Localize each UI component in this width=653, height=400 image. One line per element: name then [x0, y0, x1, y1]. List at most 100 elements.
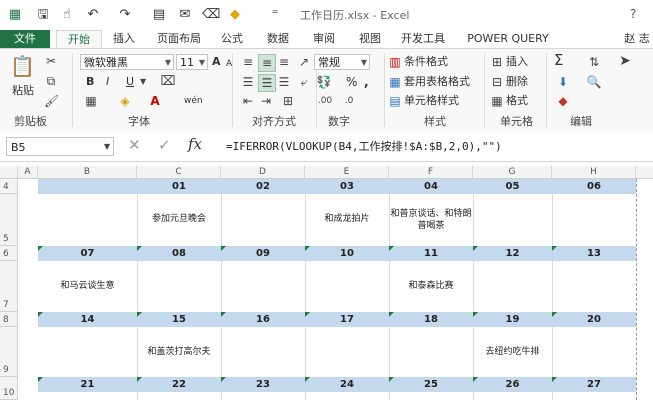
- row-header[interactable]: 4: [0, 179, 18, 194]
- decrease-indent-icon[interactable]: ⇤: [240, 93, 256, 109]
- comma-button[interactable]: ,: [364, 74, 369, 90]
- autosum-button[interactable]: Σ: [554, 52, 563, 68]
- paste-button[interactable]: 粘贴: [12, 83, 34, 99]
- day-number[interactable]: 14: [38, 312, 137, 327]
- day-number[interactable]: 15: [137, 312, 221, 327]
- tab-home[interactable]: 开始: [56, 30, 102, 48]
- user-name[interactable]: 赵 志: [622, 30, 652, 48]
- eraser-icon[interactable]: ⌫: [202, 6, 220, 24]
- font-color-icon[interactable]: A: [148, 93, 162, 109]
- fill-down-icon[interactable]: ⬇: [556, 74, 570, 90]
- tab-view[interactable]: 视图: [350, 30, 390, 48]
- day-number[interactable]: 27: [552, 377, 636, 392]
- day-number[interactable]: 05: [473, 179, 552, 194]
- tab-formulas[interactable]: 公式: [214, 30, 250, 48]
- event-cell[interactable]: 去纽约吃牛排: [473, 346, 552, 358]
- merge-center-icon[interactable]: ⊞: [280, 93, 296, 109]
- day-number[interactable]: [38, 179, 137, 194]
- column-header-c[interactable]: C: [137, 166, 221, 178]
- increase-indent-icon[interactable]: ⇥: [258, 93, 274, 109]
- percent-button[interactable]: %: [346, 74, 357, 90]
- column-header-h[interactable]: H: [552, 166, 636, 178]
- align-center-icon[interactable]: ☰: [258, 74, 276, 92]
- orientation-icon[interactable]: ↗: [296, 54, 312, 70]
- sort-filter-icon[interactable]: ⇅: [586, 54, 602, 70]
- cancel-button[interactable]: ✕: [128, 137, 141, 153]
- insert-function-button[interactable]: fx: [188, 136, 202, 152]
- row-header[interactable]: 10: [0, 377, 18, 400]
- align-left-icon[interactable]: ☰: [240, 74, 256, 90]
- column-header-f[interactable]: F: [389, 166, 473, 178]
- day-number[interactable]: 03: [305, 179, 389, 194]
- clear-icon[interactable]: ◆: [556, 93, 570, 109]
- help-icon[interactable]: ?: [630, 7, 636, 21]
- find-select-icon[interactable]: 🔍: [586, 74, 602, 90]
- customize-qat-icon[interactable]: ⁼: [266, 6, 284, 24]
- event-cell[interactable]: 参加元旦晚会: [137, 213, 221, 225]
- day-number[interactable]: 23: [221, 377, 305, 392]
- decrease-decimal-icon[interactable]: .0: [340, 93, 358, 109]
- align-top-icon[interactable]: ≡: [240, 54, 256, 70]
- column-header-d[interactable]: D: [221, 166, 305, 178]
- column-header-e[interactable]: E: [305, 166, 389, 178]
- day-number[interactable]: 08: [137, 246, 221, 261]
- column-header-a[interactable]: A: [18, 166, 38, 178]
- form-icon[interactable]: ▤: [150, 6, 168, 24]
- tab-file[interactable]: 文件: [0, 30, 50, 48]
- cell-styles-button[interactable]: 单元格样式: [404, 93, 459, 109]
- event-cell[interactable]: 和马云谈生意: [38, 280, 137, 292]
- event-cell[interactable]: 和成龙拍片: [305, 213, 389, 225]
- day-number[interactable]: 16: [221, 312, 305, 327]
- event-cell[interactable]: 和普京谈话、和特朗普喝茶: [389, 208, 473, 232]
- enter-button[interactable]: ✓: [158, 137, 171, 153]
- chevron-down-icon[interactable]: ▼: [140, 74, 146, 90]
- save-icon[interactable]: 🖫: [34, 6, 52, 24]
- day-number[interactable]: 11: [389, 246, 473, 261]
- day-number[interactable]: 07: [38, 246, 137, 261]
- day-number[interactable]: 04: [389, 179, 473, 194]
- day-number[interactable]: 12: [473, 246, 552, 261]
- day-number[interactable]: 09: [221, 246, 305, 261]
- fill-color-icon[interactable]: ◆: [226, 6, 244, 24]
- undo-icon[interactable]: ↶: [84, 6, 102, 24]
- cut-icon[interactable]: ✂: [44, 53, 58, 69]
- day-number[interactable]: 10: [305, 246, 389, 261]
- align-middle-icon[interactable]: ≡: [258, 54, 276, 72]
- wrap-text-icon[interactable]: ⤶: [296, 74, 312, 90]
- conditional-format-button[interactable]: 条件格式: [404, 54, 448, 70]
- number-format-select[interactable]: 常规 ▼: [314, 54, 370, 70]
- paste-icon[interactable]: 📋: [10, 53, 35, 79]
- event-cell[interactable]: 和盖茨打高尔夫: [137, 346, 221, 358]
- redo-icon[interactable]: ↷: [116, 6, 134, 24]
- currency-icon[interactable]: 💱: [316, 74, 332, 90]
- row-header[interactable]: 7: [0, 261, 18, 312]
- name-box[interactable]: B5: [6, 137, 114, 156]
- day-number[interactable]: 18: [389, 312, 473, 327]
- row-header[interactable]: 6: [0, 246, 18, 261]
- day-number[interactable]: 06: [552, 179, 636, 194]
- event-cell[interactable]: 和泰森比赛: [389, 280, 473, 292]
- day-number[interactable]: 25: [389, 377, 473, 392]
- copy-icon[interactable]: ⧉: [44, 73, 58, 89]
- chevron-down-icon[interactable]: ▼: [104, 139, 110, 155]
- day-number[interactable]: 01: [137, 179, 221, 194]
- align-right-icon[interactable]: ☰: [276, 74, 292, 90]
- tab-review[interactable]: 审阅: [304, 30, 344, 48]
- column-header-g[interactable]: G: [473, 166, 552, 178]
- day-number[interactable]: 13: [552, 246, 636, 261]
- touch-mode-icon[interactable]: ☝: [58, 6, 76, 24]
- day-number[interactable]: 17: [305, 312, 389, 327]
- day-number[interactable]: 21: [38, 377, 137, 392]
- day-number[interactable]: 22: [137, 377, 221, 392]
- format-cells-button[interactable]: 格式: [506, 93, 528, 109]
- tab-data[interactable]: 数据: [258, 30, 298, 48]
- day-number[interactable]: 02: [221, 179, 305, 194]
- border-icon[interactable]: ▦: [84, 93, 98, 109]
- format-as-table-button[interactable]: 套用表格格式: [404, 74, 470, 90]
- font-size-select[interactable]: 11 ▼: [176, 54, 208, 70]
- italic-button[interactable]: I: [106, 74, 109, 90]
- formula-input[interactable]: =IFERROR(VLOOKUP(B4,工作按排!$A:$B,2,0),""): [226, 138, 502, 154]
- bold-button[interactable]: B: [86, 74, 94, 90]
- row-header[interactable]: 9: [0, 327, 18, 377]
- underline-button[interactable]: U: [126, 74, 134, 90]
